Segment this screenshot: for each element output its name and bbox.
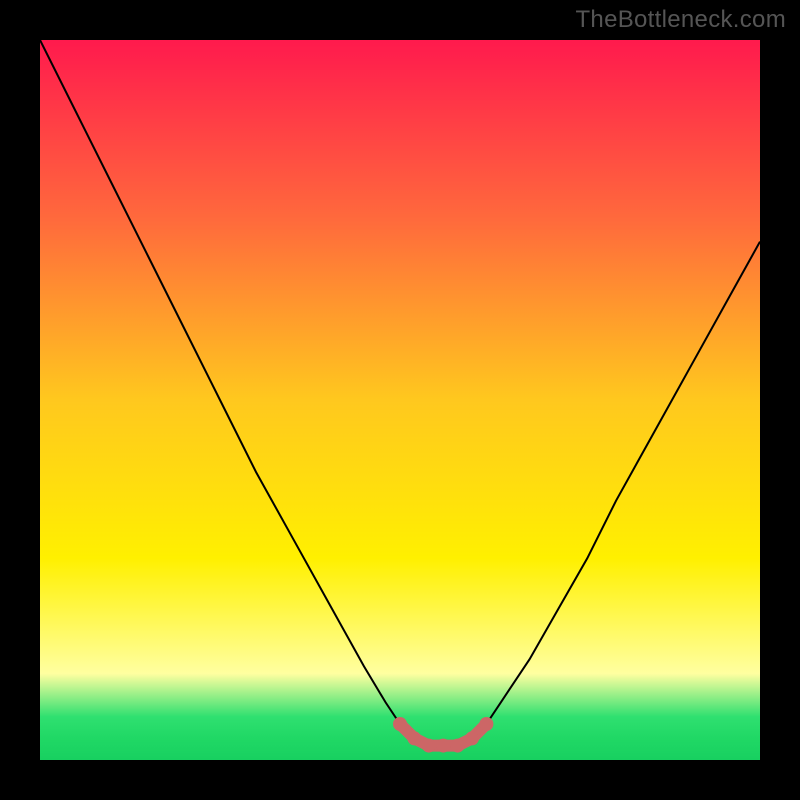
bottleneck-plot bbox=[40, 40, 760, 760]
chart-frame: TheBottleneck.com bbox=[0, 0, 800, 800]
optimal-zone-dot bbox=[393, 717, 407, 731]
optimal-zone-dot bbox=[479, 717, 493, 731]
plot-background bbox=[40, 40, 760, 760]
optimal-zone-dot bbox=[451, 739, 465, 753]
optimal-zone-dot bbox=[436, 739, 450, 753]
optimal-zone-dot bbox=[407, 731, 421, 745]
optimal-zone-dot bbox=[465, 731, 479, 745]
watermark-text: TheBottleneck.com bbox=[575, 6, 786, 34]
optimal-zone-dot bbox=[422, 739, 436, 753]
